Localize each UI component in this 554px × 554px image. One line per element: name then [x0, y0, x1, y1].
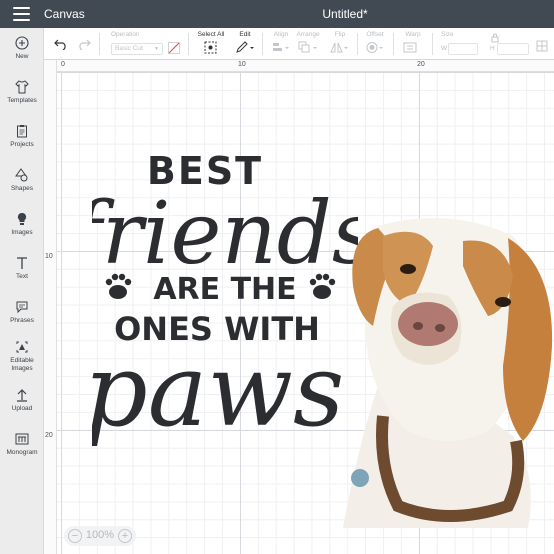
sidebar-item-upload[interactable]: Upload	[0, 388, 44, 413]
sidebar-item-text[interactable]: Text	[0, 256, 44, 281]
shirt-icon	[15, 80, 29, 94]
monogram-icon	[15, 432, 29, 446]
ruler-left: 10 20	[44, 60, 57, 554]
chevron-down-icon: ▼	[154, 46, 159, 52]
align-button[interactable]: Align	[271, 31, 291, 54]
sidebar-item-label: Editable Images	[10, 357, 34, 372]
sidebar-item-label: Text	[16, 273, 28, 280]
sidebar-item-label: Phrases	[10, 317, 34, 324]
sidebar-item-projects[interactable]: Projects	[0, 124, 44, 149]
ruler-mark: 10	[238, 61, 246, 68]
more-icon[interactable]	[536, 40, 548, 52]
sidebar-item-templates[interactable]: Templates	[0, 80, 44, 105]
operation-label: Operation	[111, 31, 140, 38]
dog-eye-right	[495, 297, 511, 307]
color-swatch-icon[interactable]	[168, 42, 180, 54]
lock-icon[interactable]	[491, 33, 499, 43]
sidebar-item-monogram[interactable]: Monogram	[0, 432, 44, 457]
upload-icon	[15, 388, 29, 402]
sidebar-item-phrases[interactable]: Phrases	[0, 300, 44, 325]
width-label: W	[441, 45, 448, 52]
zoom-out-button[interactable]: −	[68, 529, 82, 543]
dog-nostril	[435, 324, 445, 332]
sidebar-item-shapes[interactable]: Shapes	[0, 168, 44, 193]
shapes-icon	[15, 168, 29, 182]
dog-nose	[398, 302, 458, 346]
sidebar-item-label: Templates	[7, 97, 37, 104]
flip-icon	[330, 42, 348, 53]
dog-eye-left	[400, 264, 416, 274]
edit-button[interactable]: Edit	[235, 31, 255, 54]
zoom-level: 100%	[85, 529, 115, 541]
quote-design[interactable]: BEST friends ARE THE ONES WITH paws	[92, 140, 358, 450]
divider	[99, 33, 100, 55]
height-label: H	[490, 45, 495, 52]
lightbulb-icon	[15, 212, 29, 226]
align-icon	[273, 43, 289, 51]
dog-nostril	[413, 322, 423, 330]
operation-value: Basic Cut	[115, 45, 143, 52]
size-label: Size	[441, 31, 454, 38]
redo-icon[interactable]	[77, 38, 91, 50]
design-line-friends: friends	[92, 184, 358, 284]
select-all-icon	[204, 41, 217, 54]
clipboard-icon	[15, 124, 29, 138]
arrange-icon	[298, 41, 317, 53]
undo-icon[interactable]	[54, 38, 68, 50]
ruler-mark: 20	[417, 61, 425, 68]
ruler-mark: 10	[45, 253, 53, 260]
sidebar-item-label: Monogram	[6, 449, 38, 456]
zoom-in-button[interactable]: +	[118, 529, 132, 543]
operation-select[interactable]: Basic Cut ▼	[111, 43, 163, 55]
pencil-icon	[236, 41, 254, 53]
arrange-button[interactable]: Arrange	[296, 31, 320, 54]
warp-button[interactable]: Warp	[402, 31, 424, 54]
document-title[interactable]: Untitled*	[0, 7, 554, 21]
divider	[393, 33, 394, 55]
sidebar-item-label: New	[15, 53, 29, 60]
plus-circle-icon	[15, 36, 29, 50]
offset-button[interactable]: Offset	[364, 31, 386, 54]
divider	[357, 33, 358, 55]
design-line-paws: paws	[92, 332, 344, 449]
divider	[262, 33, 263, 55]
sidebar-item-new[interactable]: New	[0, 36, 44, 61]
editable-image-icon	[15, 340, 29, 354]
sidebar-item-images[interactable]: Images	[0, 212, 44, 237]
dog-tag	[351, 469, 369, 487]
ruler-top: 0 10 20	[44, 60, 554, 72]
ruler-mark: 0	[61, 61, 65, 68]
sidebar-item-editable-images[interactable]: Editable Images	[0, 340, 44, 373]
text-icon	[15, 256, 29, 270]
offset-icon	[366, 42, 383, 53]
left-sidebar: New Templates Projects Shapes Images Tex…	[0, 28, 44, 554]
height-input[interactable]	[497, 43, 529, 55]
dog-photo[interactable]	[338, 216, 554, 528]
divider	[432, 33, 433, 55]
warp-icon	[403, 42, 417, 53]
design-line-are-the: ARE THE	[153, 272, 296, 307]
sidebar-item-label: Projects	[10, 141, 34, 148]
flip-button[interactable]: Flip	[329, 31, 351, 54]
ruler-mark: 20	[45, 432, 53, 439]
select-all-button[interactable]: Select All	[196, 31, 226, 54]
zoom-control: − 100% +	[64, 526, 136, 546]
width-input[interactable]	[448, 43, 478, 55]
speech-bubble-icon	[15, 300, 29, 314]
sidebar-item-label: Shapes	[10, 185, 34, 192]
edit-toolbar: Operation Basic Cut ▼ Select All Edit Al…	[44, 28, 554, 60]
sidebar-item-label: Images	[11, 229, 33, 236]
top-bar: Canvas Untitled*	[0, 0, 554, 28]
sidebar-item-label: Upload	[11, 405, 33, 412]
divider	[188, 33, 189, 55]
